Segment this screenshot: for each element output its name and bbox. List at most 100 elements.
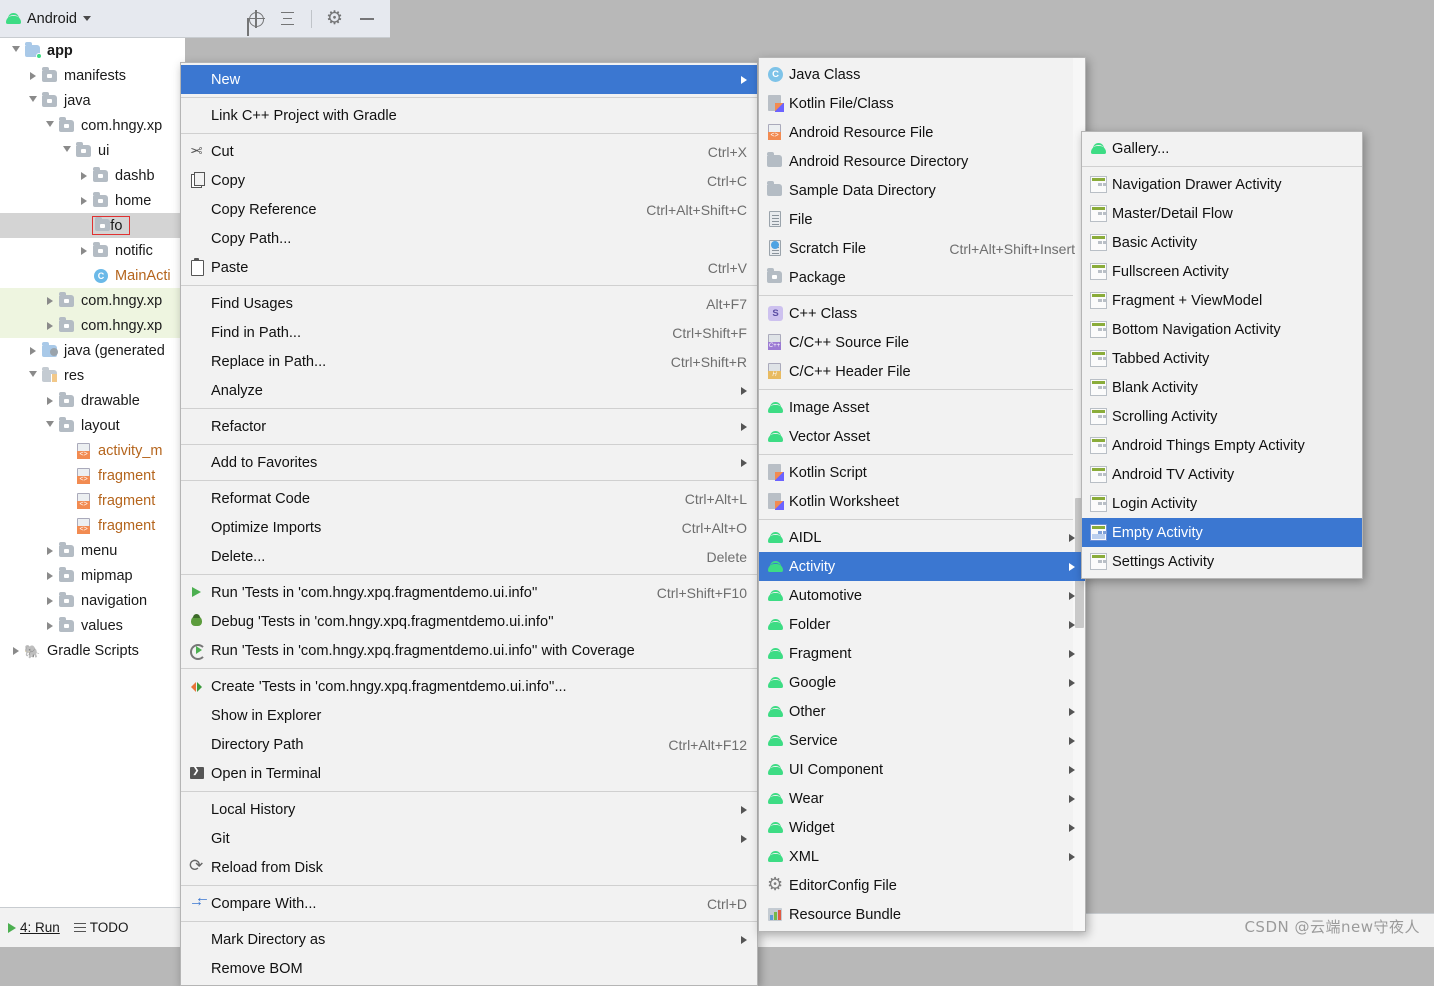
menu-item[interactable]: Reload from Disk [181,853,757,882]
menu-item[interactable]: Settings Activity [1082,547,1362,576]
expand-arrow[interactable] [42,621,58,630]
menu-item[interactable]: Scrolling Activity [1082,402,1362,431]
tree-item[interactable]: app [0,38,185,63]
tree-item[interactable]: drawable [0,388,185,413]
menu-item[interactable]: Find Usages Alt+F7 [181,289,757,318]
menu-item[interactable]: EditorConfig File [759,871,1085,900]
tree-item[interactable]: layout [0,413,185,438]
menu-item[interactable]: Fullscreen Activity [1082,257,1362,286]
menu-item[interactable]: Login Activity [1082,489,1362,518]
menu-item[interactable]: Android TV Activity [1082,460,1362,489]
menu-item[interactable]: Fragment [759,639,1085,668]
menu-item[interactable]: Analyze [181,376,757,405]
menu-item[interactable]: Empty Activity [1082,518,1362,547]
menu-item[interactable]: Delete... Delete [181,542,757,571]
expand-arrow[interactable] [42,321,58,330]
menu-item[interactable]: Gallery... [1082,134,1362,163]
menu-item[interactable]: Basic Activity [1082,228,1362,257]
menu-item[interactable]: Run 'Tests in 'com.hngy.xpq.fragmentdemo… [181,578,757,607]
tree-item[interactable]: ui [0,138,185,163]
tree-item[interactable]: info [0,213,185,238]
menu-item[interactable]: Find in Path... Ctrl+Shift+F [181,318,757,347]
menu-item[interactable]: S C++ Class [759,299,1085,328]
menu-item[interactable]: UI Component [759,755,1085,784]
tree-item[interactable]: notific [0,238,185,263]
menu-item[interactable]: Other [759,697,1085,726]
menu-item[interactable]: Mark Directory as [181,925,757,954]
expand-arrow[interactable] [42,596,58,605]
tree-item[interactable]: menu [0,538,185,563]
tree-item[interactable]: <> fragment [0,513,185,538]
menu-item[interactable]: Kotlin Script [759,458,1085,487]
menu-item[interactable]: C++ C/C++ Source File [759,328,1085,357]
menu-item[interactable]: Resource Bundle [759,900,1085,929]
tree-item[interactable]: values [0,613,185,638]
menu-item[interactable]: New [181,65,757,94]
tree-item[interactable]: java (generated [0,338,185,363]
menu-item[interactable]: Add to Favorites [181,448,757,477]
expand-arrow[interactable] [59,145,75,156]
locate-icon[interactable] [247,9,265,28]
menu-item[interactable]: Create 'Tests in 'com.hngy.xpq.fragmentd… [181,672,757,701]
tree-item[interactable]: manifests [0,63,185,88]
menu-item[interactable]: Kotlin File/Class [759,89,1085,118]
menu-item[interactable]: Copy Path... [181,224,757,253]
menu-item[interactable]: C Java Class [759,60,1085,89]
chevron-down-icon[interactable] [82,16,91,21]
menu-item[interactable]: Replace in Path... Ctrl+Shift+R [181,347,757,376]
expand-arrow[interactable] [8,646,24,655]
expand-arrow[interactable] [42,120,58,131]
tree-item[interactable]: mipmap [0,563,185,588]
menu-item[interactable]: Tabbed Activity [1082,344,1362,373]
expand-arrow[interactable] [25,71,41,80]
menu-item[interactable]: Widget [759,813,1085,842]
menu-item[interactable]: Run 'Tests in 'com.hngy.xpq.fragmentdemo… [181,636,757,665]
tree-item[interactable]: navigation [0,588,185,613]
tree-item[interactable]: <> fragment [0,463,185,488]
menu-item[interactable]: <> Android Resource File [759,118,1085,147]
menu-item[interactable]: Local History [181,795,757,824]
project-panel-title[interactable]: Android [6,11,247,27]
menu-item[interactable]: Show in Explorer [181,701,757,730]
menu-item[interactable]: H C/C++ Header File [759,357,1085,386]
expand-arrow[interactable] [42,420,58,431]
tree-item[interactable]: <> activity_m [0,438,185,463]
menu-item[interactable]: Compare With... Ctrl+D [181,889,757,918]
tree-item[interactable]: <> fragment [0,488,185,513]
menu-item[interactable]: Activity [759,552,1085,581]
tree-item[interactable]: com.hngy.xp [0,288,185,313]
tree-item[interactable]: res [0,363,185,388]
menu-item[interactable]: Google [759,668,1085,697]
menu-item[interactable]: Reformat Code Ctrl+Alt+L [181,484,757,513]
menu-item[interactable]: Vector Asset [759,422,1085,451]
menu-item[interactable]: Wear [759,784,1085,813]
run-tool-button[interactable]: 4: Run [8,920,60,935]
menu-item[interactable]: Optimize Imports Ctrl+Alt+O [181,513,757,542]
todo-tool-button[interactable]: TODO [73,920,129,935]
menu-item[interactable]: Master/Detail Flow [1082,199,1362,228]
menu-item[interactable]: Folder [759,610,1085,639]
menu-item[interactable]: Remove BOM [181,954,757,983]
menu-item[interactable]: AIDL [759,523,1085,552]
expand-arrow[interactable] [25,370,41,381]
menu-item[interactable]: Package [759,263,1085,292]
menu-item[interactable]: Automotive [759,581,1085,610]
menu-item[interactable]: Directory Path Ctrl+Alt+F12 [181,730,757,759]
menu-item[interactable]: Refactor [181,412,757,441]
tree-item[interactable]: 🐘 Gradle Scripts [0,638,185,663]
menu-item[interactable]: Copy Reference Ctrl+Alt+Shift+C [181,195,757,224]
tree-item[interactable]: com.hngy.xp [0,113,185,138]
activity-submenu[interactable]: Gallery... Navigation Drawer Activity Mast… [1081,131,1363,579]
menu-item[interactable]: Open in Terminal [181,759,757,788]
expand-arrow[interactable] [42,571,58,580]
expand-arrow[interactable] [76,171,92,180]
tree-item[interactable]: home [0,188,185,213]
expand-arrow[interactable] [42,396,58,405]
menu-item[interactable]: Service [759,726,1085,755]
expand-arrow[interactable] [25,346,41,355]
tree-item[interactable]: java [0,88,185,113]
menu-item[interactable]: Debug 'Tests in 'com.hngy.xpq.fragmentde… [181,607,757,636]
expand-arrow[interactable] [76,246,92,255]
tree-item[interactable]: C MainActi [0,263,185,288]
menu-item[interactable]: Paste Ctrl+V [181,253,757,282]
